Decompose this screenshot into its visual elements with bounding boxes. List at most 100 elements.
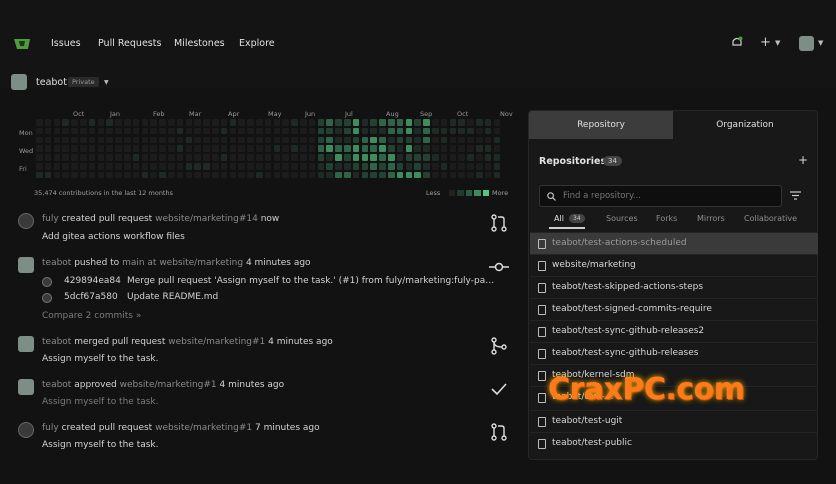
heatmap-cell[interactable]	[405, 136, 413, 144]
heatmap-cell[interactable]	[326, 127, 333, 135]
heatmap-cell[interactable]	[115, 163, 122, 170]
filter-all[interactable]: All	[554, 214, 564, 223]
heatmap-cell[interactable]	[212, 136, 219, 144]
heatmap-cell[interactable]	[220, 163, 228, 170]
heatmap-cell[interactable]	[168, 163, 175, 170]
heatmap-cell[interactable]	[273, 171, 281, 179]
heatmap-cell[interactable]	[185, 145, 193, 152]
heatmap-cell[interactable]	[124, 163, 131, 170]
feed-description[interactable]: Assign myself to the task.	[42, 397, 159, 407]
heatmap-cell[interactable]	[36, 145, 43, 152]
heatmap-cell[interactable]	[291, 171, 298, 179]
heatmap-cell[interactable]	[53, 136, 61, 144]
heatmap-cell[interactable]	[273, 136, 281, 144]
heatmap-cell[interactable]	[97, 163, 105, 170]
repo-name[interactable]: teabot/test-ugit	[552, 416, 622, 426]
heatmap-cell[interactable]	[124, 127, 131, 135]
heatmap-cell[interactable]	[326, 171, 333, 179]
heatmap-cell[interactable]	[97, 119, 105, 126]
heatmap-cell[interactable]	[273, 163, 281, 170]
heatmap-cell[interactable]	[194, 171, 201, 179]
heatmap-cell[interactable]	[176, 127, 184, 135]
heatmap-cell[interactable]	[423, 119, 430, 126]
heatmap-cell[interactable]	[308, 154, 316, 161]
heatmap-cell[interactable]	[115, 136, 122, 144]
heatmap-cell[interactable]	[203, 171, 210, 179]
heatmap-cell[interactable]	[53, 145, 61, 152]
heatmap-cell[interactable]	[229, 154, 237, 161]
heatmap-cell[interactable]	[247, 171, 254, 179]
heatmap-cell[interactable]	[53, 119, 61, 126]
heatmap-cell[interactable]	[370, 171, 377, 179]
heatmap-cell[interactable]	[44, 154, 52, 161]
heatmap-cell[interactable]	[88, 171, 96, 179]
heatmap-cell[interactable]	[467, 145, 474, 152]
heatmap-cell[interactable]	[264, 163, 272, 170]
heatmap-cell[interactable]	[150, 145, 157, 152]
tab-organization[interactable]: Organization	[673, 111, 817, 139]
actor-link[interactable]: fuly	[42, 214, 59, 224]
heatmap-cell[interactable]	[238, 119, 245, 126]
heatmap-cell[interactable]	[493, 154, 501, 161]
heatmap-cell[interactable]	[124, 154, 131, 161]
heatmap-cell[interactable]	[115, 119, 122, 126]
repo-list-item[interactable]: teabot/test-actions-scheduled	[530, 232, 818, 254]
heatmap-cell[interactable]	[220, 154, 228, 161]
heatmap-cell[interactable]	[62, 127, 69, 135]
heatmap-cell[interactable]	[300, 127, 307, 135]
heatmap-cell[interactable]	[335, 145, 342, 152]
heatmap-cell[interactable]	[80, 154, 87, 161]
heatmap-cell[interactable]	[194, 119, 201, 126]
heatmap-cell[interactable]	[36, 136, 43, 144]
heatmap-cell[interactable]	[282, 127, 289, 135]
heatmap-cell[interactable]	[432, 163, 439, 170]
heatmap-cell[interactable]	[106, 145, 113, 152]
heatmap-cell[interactable]	[168, 119, 175, 126]
heatmap-cell[interactable]	[326, 145, 333, 152]
heatmap-cell[interactable]	[238, 127, 245, 135]
heatmap-cell[interactable]	[317, 163, 325, 170]
repo-name[interactable]: teabot/test-sync-github-releases2	[552, 326, 704, 336]
heatmap-cell[interactable]	[106, 136, 113, 144]
heatmap-cell[interactable]	[493, 119, 501, 126]
filter-icon[interactable]	[790, 191, 801, 200]
heatmap-cell[interactable]	[80, 136, 87, 144]
heatmap-cell[interactable]	[264, 136, 272, 144]
heatmap-cell[interactable]	[238, 145, 245, 152]
feed-description[interactable]: Assign myself to the task.	[42, 354, 159, 364]
heatmap-cell[interactable]	[132, 127, 140, 135]
heatmap-cell[interactable]	[168, 127, 175, 135]
feed-description[interactable]: Assign myself to the task.	[42, 440, 159, 450]
heatmap-cell[interactable]	[176, 136, 184, 144]
heatmap-cell[interactable]	[370, 119, 377, 126]
heatmap-cell[interactable]	[256, 163, 263, 170]
heatmap-cell[interactable]	[238, 171, 245, 179]
heatmap-cell[interactable]	[203, 163, 210, 170]
heatmap-cell[interactable]	[150, 154, 157, 161]
heatmap-cell[interactable]	[493, 145, 501, 152]
heatmap-cell[interactable]	[88, 154, 96, 161]
heatmap-cell[interactable]	[106, 171, 113, 179]
heatmap-cell[interactable]	[141, 119, 149, 126]
heatmap-cell[interactable]	[44, 136, 52, 144]
heatmap-cell[interactable]	[440, 145, 448, 152]
heatmap-cell[interactable]	[264, 171, 272, 179]
heatmap-cell[interactable]	[352, 119, 360, 126]
heatmap-cell[interactable]	[440, 163, 448, 170]
heatmap-cell[interactable]	[449, 145, 457, 152]
repo-list-item[interactable]: teabot/test-ugit	[530, 410, 818, 432]
feed-description[interactable]: Add gitea actions workflow files	[42, 232, 185, 242]
heatmap-cell[interactable]	[115, 154, 122, 161]
heatmap-cell[interactable]	[36, 154, 43, 161]
heatmap-cell[interactable]	[256, 127, 263, 135]
heatmap-cell[interactable]	[62, 154, 69, 161]
heatmap-cell[interactable]	[388, 171, 395, 179]
user-avatar[interactable]	[799, 36, 814, 51]
repo-name[interactable]: teabot/test-sync-github-releases	[552, 348, 698, 358]
heatmap-cell[interactable]	[194, 127, 201, 135]
heatmap-cell[interactable]	[458, 136, 465, 144]
heatmap-cell[interactable]	[484, 145, 492, 152]
heatmap-cell[interactable]	[132, 119, 140, 126]
heatmap-cell[interactable]	[150, 163, 157, 170]
nav-milestones[interactable]: Milestones	[174, 38, 225, 49]
